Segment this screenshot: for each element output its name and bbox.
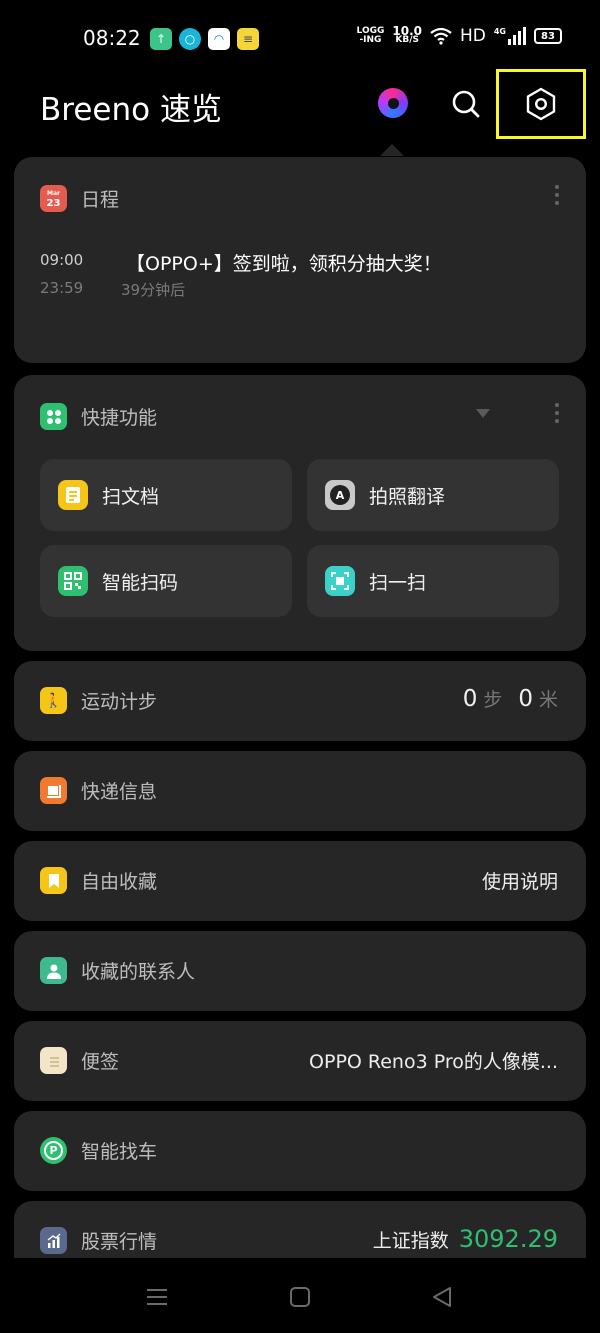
apps-grid-icon xyxy=(40,403,67,430)
event-end-time: 23:59 xyxy=(40,279,84,297)
favorite-contacts-card[interactable]: 收藏的联系人 xyxy=(14,931,586,1011)
menu-icon xyxy=(147,1289,167,1305)
schedule-header: Mar 23 日程 xyxy=(40,185,119,212)
find-car-header: P 智能找车 xyxy=(40,1137,157,1164)
step-counter-header: 🚶 运动计步 xyxy=(40,687,157,714)
quick-functions-card: 快捷功能 扫文档 A 拍照翻译 智能扫码 扫一扫 xyxy=(14,375,586,651)
notes-title: 便签 xyxy=(81,1051,120,1073)
express-header: 快递信息 xyxy=(40,777,157,804)
stock-index-name: 上证指数 xyxy=(372,1230,449,1252)
search-icon xyxy=(452,90,480,118)
search-button[interactable] xyxy=(448,86,484,122)
tile-scan-document[interactable]: 扫文档 xyxy=(40,459,292,531)
schedule-more-icon[interactable] xyxy=(554,185,560,205)
back-button[interactable] xyxy=(429,1284,455,1310)
cell-signal-icon: 4G xyxy=(494,27,526,45)
note-preview[interactable]: OPPO Reno3 Pro的人像模... xyxy=(309,1047,558,1074)
notification-icon-3: ◠ xyxy=(208,28,230,50)
favorites-card[interactable]: 自由收藏 使用说明 xyxy=(14,841,586,921)
event-countdown: 39分钟后 xyxy=(121,281,186,299)
contacts-title: 收藏的联系人 xyxy=(81,961,196,983)
quick-functions-header: 快捷功能 xyxy=(40,403,157,430)
tile-smart-scan-code[interactable]: 智能扫码 xyxy=(40,545,292,617)
tile-label: 拍照翻译 xyxy=(369,485,446,508)
schedule-card[interactable]: Mar 23 日程 09:00 23:59 【OPPO+】签到啦，领积分抽大奖！ … xyxy=(14,157,586,363)
schedule-title: 日程 xyxy=(81,189,120,211)
steps-unit: 步 xyxy=(483,689,503,711)
back-triangle-icon xyxy=(433,1287,451,1307)
stocks-title: 股票行情 xyxy=(81,1231,158,1253)
contacts-header: 收藏的联系人 xyxy=(40,957,195,984)
collapse-icon[interactable] xyxy=(476,409,490,418)
tile-label: 扫一扫 xyxy=(369,571,427,594)
favorites-header: 自由收藏 xyxy=(40,867,157,894)
settings-icon xyxy=(526,87,556,121)
find-car-card[interactable]: P 智能找车 xyxy=(14,1111,586,1191)
home-square-icon xyxy=(290,1287,310,1307)
tile-label: 扫文档 xyxy=(102,485,160,508)
qr-code-icon xyxy=(58,566,88,596)
notification-icon-4: ≡ xyxy=(237,28,259,50)
stock-index: 上证指数 3092.29 xyxy=(373,1225,558,1253)
breeno-assistant-icon[interactable] xyxy=(378,88,408,118)
scan-cube-icon xyxy=(325,566,355,596)
package-icon xyxy=(40,777,67,804)
tile-label: 智能扫码 xyxy=(102,571,179,594)
favorites-title: 自由收藏 xyxy=(81,871,158,893)
person-icon xyxy=(40,957,67,984)
net-speed: 10.0 KB/S xyxy=(392,24,422,45)
notification-icon-1: ↑ xyxy=(150,28,172,50)
popover-caret xyxy=(380,144,404,156)
bookmark-icon xyxy=(40,867,67,894)
stocks-header: 股票行情 xyxy=(40,1227,157,1254)
notification-icon-2: ○ xyxy=(179,28,201,50)
notepad-icon xyxy=(40,1047,67,1074)
express-card[interactable]: 快递信息 xyxy=(14,751,586,831)
stock-chart-icon xyxy=(40,1227,67,1254)
step-counter-values: 0 步 0 米 xyxy=(463,685,558,712)
page-title: Breeno 速览 xyxy=(40,92,222,128)
steps-value: 0 xyxy=(462,686,478,712)
calendar-icon: Mar 23 xyxy=(40,185,67,212)
log-indicator: LOGG -ING xyxy=(356,26,385,45)
document-icon xyxy=(58,480,88,510)
notes-card[interactable]: 便签 OPPO Reno3 Pro的人像模... xyxy=(14,1021,586,1101)
find-car-title: 智能找车 xyxy=(81,1141,158,1163)
event-title[interactable]: 【OPPO+】签到啦，领积分抽大奖！ xyxy=(126,249,442,276)
favorites-help-link[interactable]: 使用说明 xyxy=(482,867,558,894)
home-button[interactable] xyxy=(287,1284,313,1310)
express-title: 快递信息 xyxy=(81,781,158,803)
menu-button[interactable] xyxy=(144,1284,170,1310)
wifi-icon xyxy=(430,27,452,45)
app-header: Breeno 速览 xyxy=(0,69,600,146)
status-time: 08:22 xyxy=(83,26,141,50)
stock-index-value: 3092.29 xyxy=(458,1225,558,1253)
walking-icon: 🚶 xyxy=(40,687,67,714)
status-right-group: LOGG -ING 10.0 KB/S HD 4G 83 xyxy=(356,24,562,46)
parking-icon: P xyxy=(40,1137,67,1164)
step-counter-card[interactable]: 🚶 运动计步 0 步 0 米 xyxy=(14,661,586,741)
step-counter-title: 运动计步 xyxy=(81,691,158,713)
battery-icon: 83 xyxy=(534,28,562,44)
quick-functions-title: 快捷功能 xyxy=(81,407,158,429)
settings-button[interactable] xyxy=(496,69,586,139)
tile-scan[interactable]: 扫一扫 xyxy=(307,545,559,617)
hd-indicator: HD xyxy=(459,26,486,46)
system-nav-bar xyxy=(0,1258,600,1333)
quick-functions-more-icon[interactable] xyxy=(554,403,560,423)
status-bar: 08:22 ↑ ○ ◠ ≡ LOGG -ING 10.0 KB/S HD 4G … xyxy=(0,0,600,76)
distance-unit: 米 xyxy=(538,689,558,711)
notes-header: 便签 xyxy=(40,1047,119,1074)
event-start-time: 09:00 xyxy=(40,251,84,269)
distance-value: 0 xyxy=(518,686,533,712)
translate-icon: A xyxy=(325,480,355,510)
tile-photo-translate[interactable]: A 拍照翻译 xyxy=(307,459,559,531)
